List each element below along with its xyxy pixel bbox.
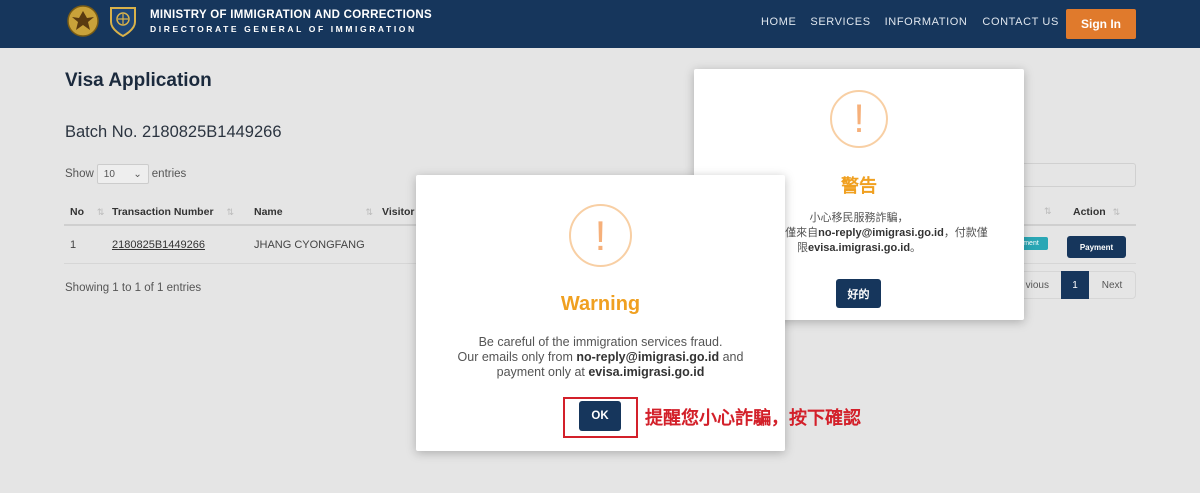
- ok-button-zh[interactable]: 好的: [836, 279, 881, 308]
- entries-value: 10: [103, 168, 115, 180]
- sort-icon: ⇅: [1044, 206, 1052, 216]
- show-label: Show: [65, 168, 94, 180]
- brand-ministry: MINISTRY OF IMMIGRATION AND CORRECTIONS: [150, 9, 432, 21]
- nav-information[interactable]: INFORMATION: [885, 16, 968, 28]
- dialog-site: evisa.imigrasi.go.id: [588, 365, 705, 379]
- nav-services[interactable]: SERVICES: [810, 16, 870, 28]
- brand-text[interactable]: MINISTRY OF IMMIGRATION AND CORRECTIONS …: [150, 9, 432, 34]
- main-nav: HOME SERVICES INFORMATION CONTACT US: [761, 16, 1059, 28]
- sort-icon: ⇅: [365, 207, 374, 217]
- col-name-label: Name: [254, 206, 283, 218]
- dialog-zh-line3-post: 。: [910, 242, 922, 254]
- nav-home[interactable]: HOME: [761, 16, 796, 28]
- col-no-label: No: [70, 206, 84, 218]
- row-transaction[interactable]: 2180825B1449266: [112, 239, 205, 251]
- search-input[interactable]: [1024, 163, 1136, 187]
- dialog-line2-post: and: [719, 350, 744, 364]
- nav-contact-us[interactable]: CONTACT US: [982, 16, 1059, 28]
- dialog-zh-line3-pre: 限: [796, 242, 808, 254]
- dialog-line1: Be careful of the immigration services f…: [478, 335, 723, 349]
- chevron-down-icon: ⌄: [133, 168, 142, 180]
- page-title: Visa Application: [65, 70, 212, 91]
- entries-select[interactable]: 10 ⌄: [96, 164, 149, 184]
- dialog-zh-line2-post: ，付款僅: [943, 227, 988, 239]
- row-no: 1: [70, 239, 77, 251]
- dialog-zh-site: evisa.imigrasi.go.id: [807, 242, 911, 254]
- showing-info: Showing 1 to 1 of 1 entries: [65, 282, 202, 294]
- dialog-line2: Our emails only from no-reply@imigrasi.g…: [416, 350, 785, 365]
- sign-in-button[interactable]: Sign In: [1066, 9, 1136, 39]
- sort-icon: ⇅: [96, 207, 105, 217]
- top-navbar: MINISTRY OF IMMIGRATION AND CORRECTIONS …: [0, 0, 1200, 48]
- current-page[interactable]: 1: [1061, 271, 1089, 299]
- warning-icon: !: [569, 204, 632, 267]
- annotation-text: 提醒您小心詐騙，按下確認: [645, 408, 861, 428]
- show-entries-control: Show 10 ⌄ entries: [65, 164, 186, 184]
- col-name[interactable]: Name ⇅: [254, 206, 373, 218]
- sort-icon: ⇅: [1112, 207, 1121, 217]
- dialog-message: Be careful of the immigration services f…: [416, 335, 785, 380]
- transaction-link[interactable]: 2180825B1449266: [112, 239, 205, 251]
- dialog-line3: payment only at evisa.imigrasi.go.id: [416, 365, 785, 380]
- col-transaction-label: Transaction Number: [112, 206, 214, 218]
- immigration-shield-icon: [110, 7, 136, 38]
- dialog-title: Warning: [560, 293, 641, 315]
- payment-button[interactable]: Payment: [1067, 236, 1126, 258]
- warning-icon: !: [830, 90, 888, 148]
- col-action[interactable]: Action ⇅: [1073, 206, 1120, 218]
- brand-directorate: DIRECTORATE GENERAL OF IMMIGRATION: [150, 24, 417, 34]
- dialog-zh-email: no-reply@imigrasi.go.id: [818, 227, 944, 239]
- col-visitor[interactable]: Visitor: [382, 206, 414, 218]
- col-action-label: Action: [1073, 206, 1106, 218]
- garuda-emblem-icon: [67, 5, 99, 37]
- sort-icon: ⇅: [226, 207, 234, 217]
- dialog-line3-pre: payment only at: [496, 365, 589, 379]
- batch-number: Batch No. 2180825B1449266: [65, 123, 282, 141]
- highlight-box: [563, 397, 638, 438]
- entries-label: entries: [151, 168, 187, 180]
- col-no[interactable]: No ⇅: [70, 206, 104, 218]
- next-page[interactable]: Next: [1089, 280, 1135, 291]
- col-transaction[interactable]: Transaction Number ⇅: [112, 206, 234, 218]
- row-name: JHANG CYONGFANG: [254, 239, 365, 251]
- dialog-line2-pre: Our emails only from: [457, 350, 577, 364]
- dialog-email: no-reply@imigrasi.go.id: [576, 350, 720, 364]
